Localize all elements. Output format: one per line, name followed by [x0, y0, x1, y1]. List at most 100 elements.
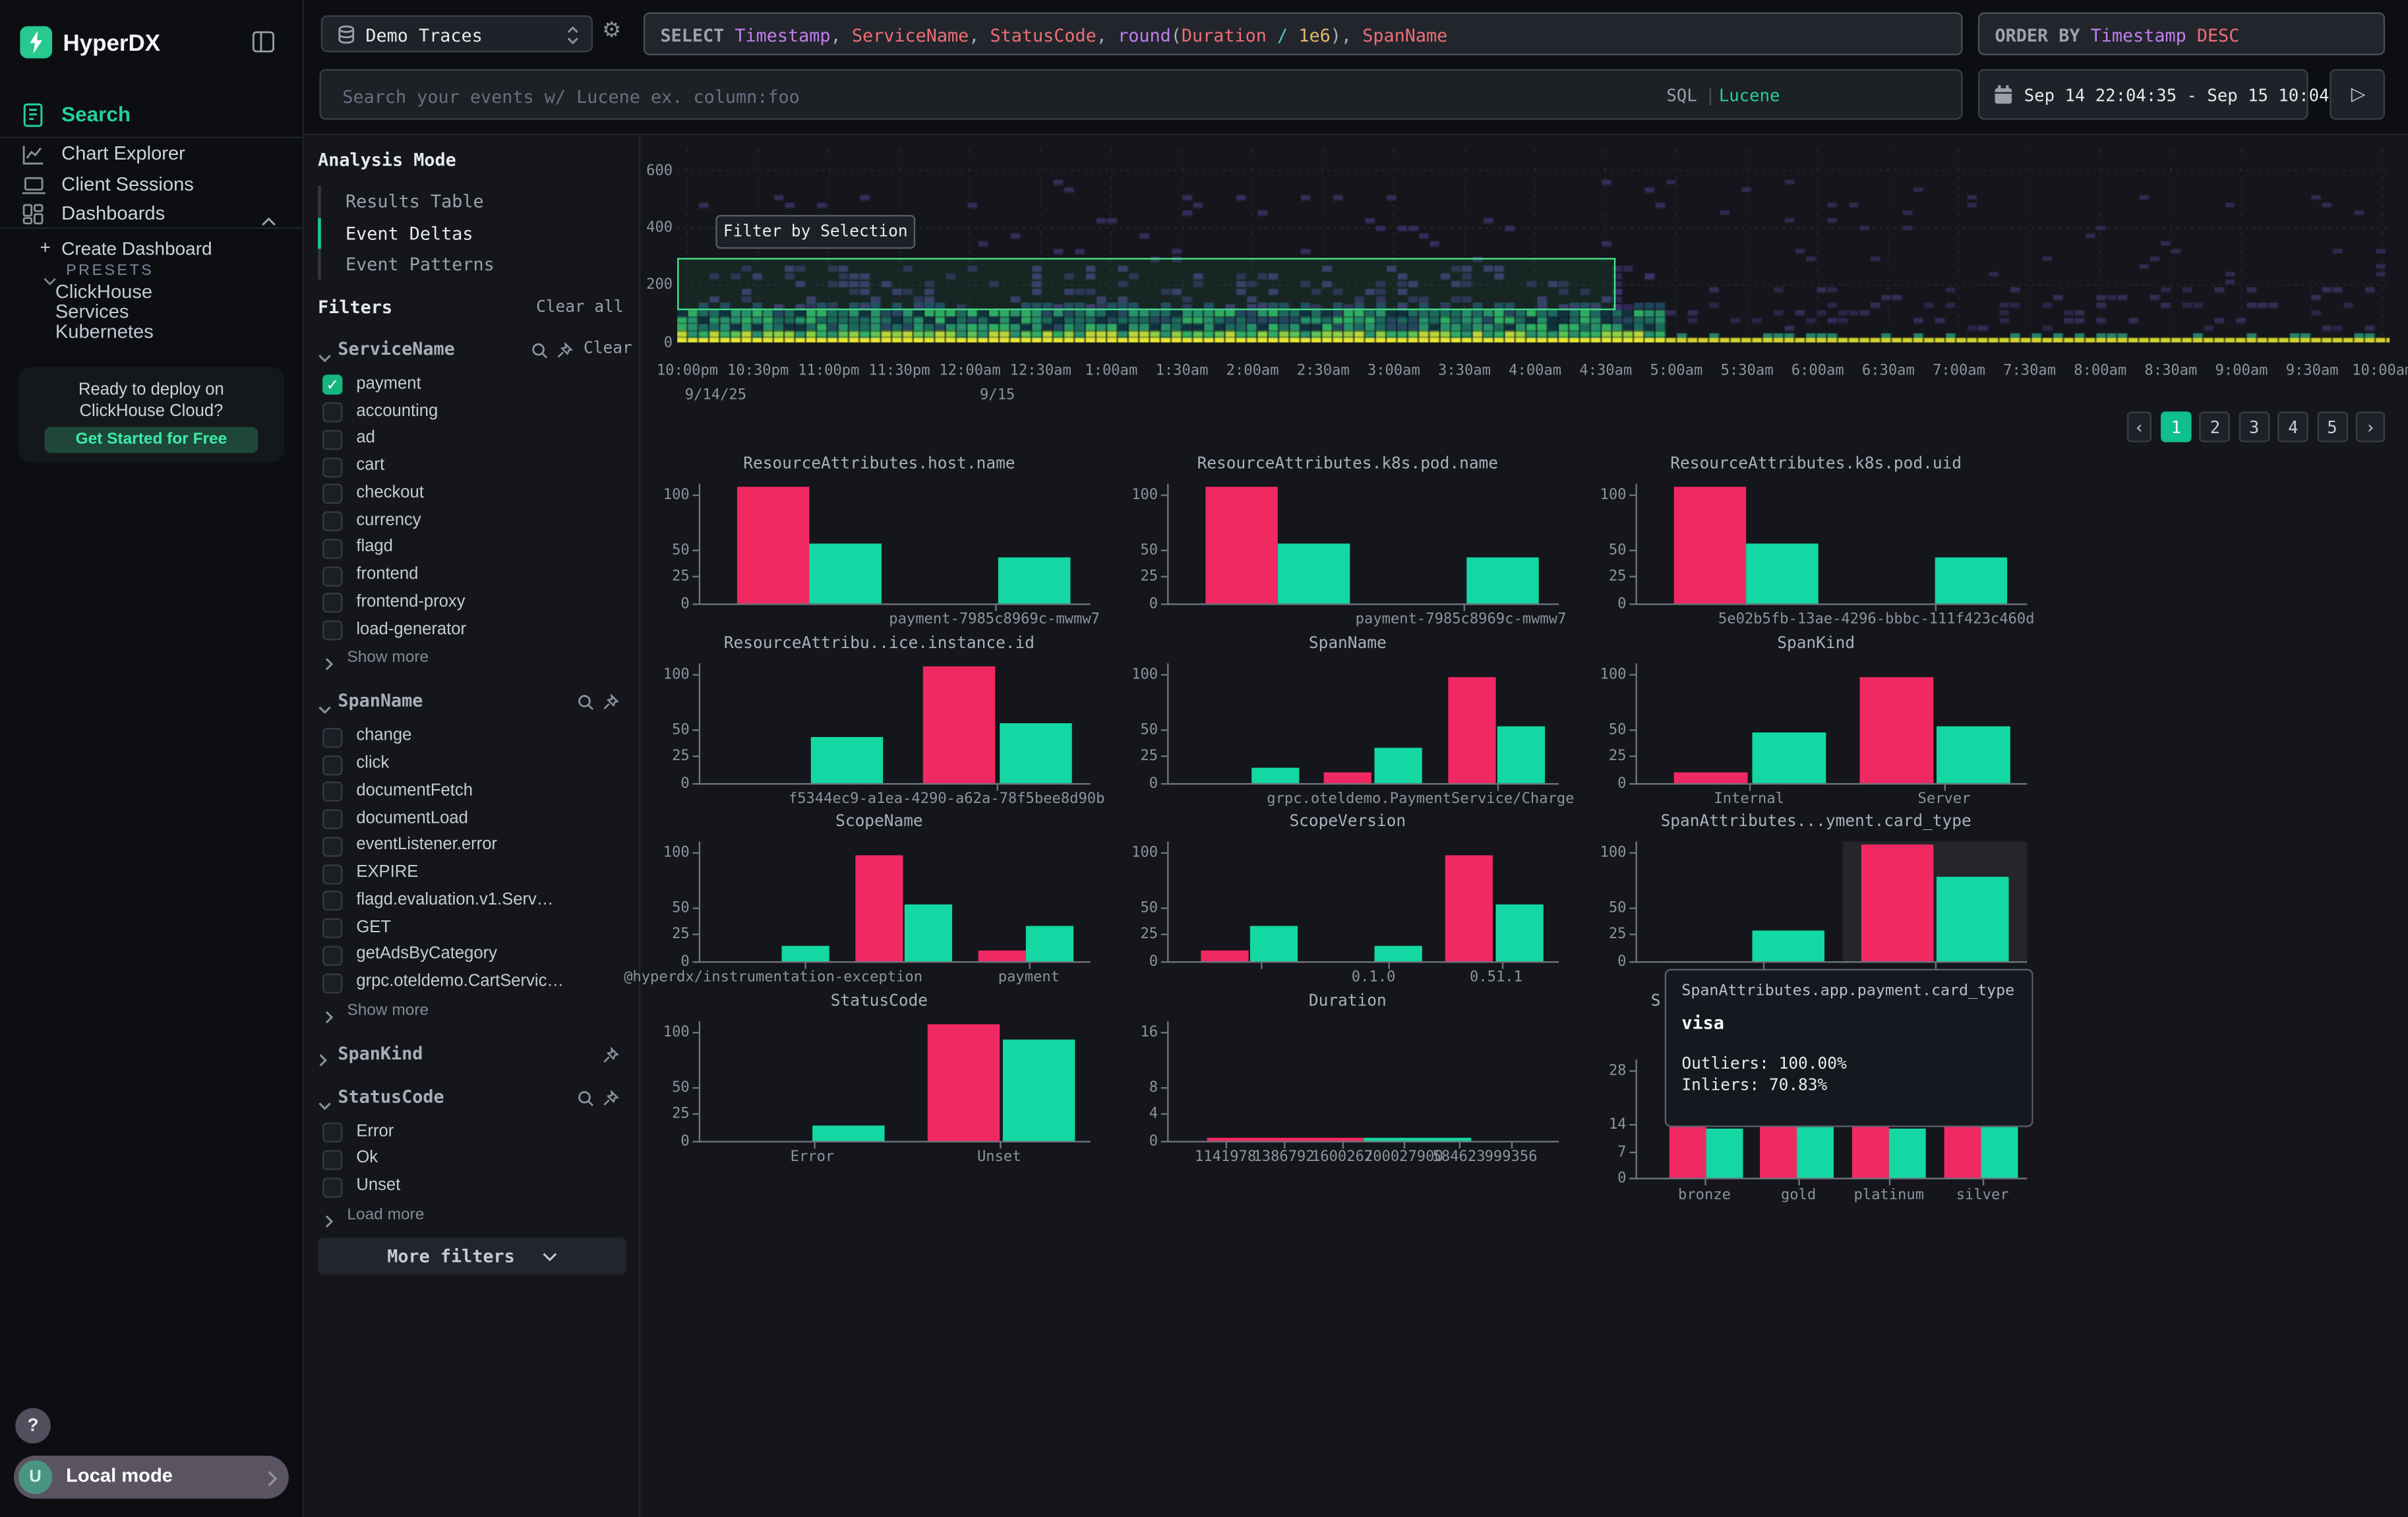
- filter-item-accounting[interactable]: accounting: [356, 402, 438, 420]
- inlier-bar[interactable]: [1935, 556, 2007, 603]
- page-1[interactable]: 1: [2161, 411, 2192, 442]
- filter-item-click[interactable]: click: [356, 754, 389, 773]
- inlier-bar[interactable]: [1251, 768, 1299, 783]
- run-query-button[interactable]: ▷: [2330, 69, 2385, 120]
- heatmap-canvas[interactable]: [677, 149, 2390, 342]
- filter-item-currency[interactable]: currency: [356, 511, 421, 529]
- inlier-bar[interactable]: [1466, 556, 1538, 603]
- outlier-bar[interactable]: [1674, 772, 1748, 783]
- sidebar-item-chart-explorer[interactable]: Chart Explorer: [0, 141, 304, 170]
- search-icon[interactable]: [531, 339, 549, 367]
- inlier-bar[interactable]: [1496, 905, 1544, 961]
- filter-item-GET[interactable]: GET: [356, 918, 391, 936]
- outlier-bar[interactable]: [1760, 1126, 1797, 1178]
- outlier-bar[interactable]: [1670, 1127, 1706, 1178]
- outlier-bar[interactable]: [1674, 487, 1746, 604]
- checkbox-eventListener.error[interactable]: [322, 837, 342, 856]
- sidebar-item-dashboards[interactable]: Dashboards: [0, 200, 304, 229]
- preset-clickhouse[interactable]: ClickHouse: [55, 281, 152, 303]
- chevron-right-icon[interactable]: [324, 1004, 333, 1032]
- outlier-bar[interactable]: [1860, 676, 1934, 783]
- page-prev[interactable]: ‹: [2127, 411, 2152, 442]
- chevron-down-icon[interactable]: [318, 1089, 332, 1117]
- checkbox-change[interactable]: [322, 728, 342, 748]
- sidebar-collapse-icon[interactable]: [252, 31, 276, 62]
- outlier-bar[interactable]: [737, 487, 809, 604]
- outlier-bar[interactable]: [1852, 1126, 1889, 1178]
- filter-item-Unset[interactable]: Unset: [356, 1176, 400, 1195]
- filter-by-selection-button[interactable]: Filter by Selection: [715, 215, 915, 249]
- inlier-bar[interactable]: [810, 544, 882, 604]
- chevron-right-icon[interactable]: [324, 1208, 333, 1235]
- checkbox-flagd.evaluation.v1.Serv…[interactable]: [322, 891, 342, 911]
- search-icon[interactable]: [578, 1086, 595, 1114]
- inlier-bar[interactable]: [1937, 727, 2010, 783]
- analysis-mode-event-patterns[interactable]: Event Patterns: [346, 254, 495, 276]
- outlier-bar[interactable]: [923, 667, 995, 783]
- search-input[interactable]: Search your events w/ Lucene ex. column:…: [319, 69, 1962, 120]
- filter-group-SpanKind[interactable]: SpanKind: [338, 1042, 423, 1064]
- page-4[interactable]: 4: [2277, 411, 2308, 442]
- inlier-bar[interactable]: [1000, 723, 1071, 783]
- checkbox-documentFetch[interactable]: [322, 782, 342, 802]
- inlier-bar[interactable]: [905, 905, 952, 961]
- pin-icon[interactable]: [602, 1086, 619, 1114]
- filter-group-SpanName[interactable]: SpanName: [338, 690, 423, 711]
- filter-item-eventListener.error[interactable]: eventListener.error: [356, 836, 497, 854]
- source-selector[interactable]: Demo Traces: [321, 15, 593, 52]
- checkbox-documentLoad[interactable]: [322, 810, 342, 829]
- inlier-bar[interactable]: [1375, 748, 1422, 783]
- inlier-bar[interactable]: [1981, 1127, 2018, 1177]
- checkbox-ad[interactable]: [322, 430, 342, 450]
- inlier-bar[interactable]: [1797, 1127, 1834, 1177]
- filter-item-flagd.evaluation.v1.Serv…[interactable]: flagd.evaluation.v1.Serv…: [356, 890, 553, 908]
- filter-item-payment[interactable]: payment: [356, 374, 421, 393]
- help-button[interactable]: ?: [15, 1408, 51, 1444]
- inlier-bar[interactable]: [1497, 727, 1545, 783]
- filter-item-ad[interactable]: ad: [356, 429, 375, 448]
- analysis-mode-results-table[interactable]: Results Table: [346, 191, 484, 212]
- filter-item-documentFetch[interactable]: documentFetch: [356, 781, 473, 800]
- inlier-bar[interactable]: [1747, 544, 1819, 604]
- page-next[interactable]: ›: [2356, 411, 2385, 442]
- pin-icon[interactable]: [602, 1044, 619, 1071]
- page-3[interactable]: 3: [2239, 411, 2270, 442]
- checkbox-getAdsByCategory[interactable]: [322, 945, 342, 965]
- inlier-bar[interactable]: [1375, 946, 1422, 961]
- chevron-right-icon[interactable]: [324, 651, 333, 679]
- outlier-bar[interactable]: [1449, 676, 1496, 783]
- analysis-mode-event-deltas[interactable]: Event Deltas: [346, 222, 473, 244]
- checkbox-checkout[interactable]: [322, 484, 342, 504]
- inlier-bar[interactable]: [782, 946, 829, 961]
- checkbox-Unset[interactable]: [322, 1177, 342, 1197]
- outlier-bar[interactable]: [928, 1025, 1000, 1141]
- pin-icon[interactable]: [602, 692, 619, 719]
- checkbox-currency[interactable]: [322, 512, 342, 531]
- filter-item-flagd[interactable]: flagd: [356, 538, 393, 556]
- outlier-bar[interactable]: [978, 950, 1026, 961]
- inlier-bar[interactable]: [1889, 1128, 1926, 1177]
- filter-item-checkout[interactable]: checkout: [356, 483, 424, 502]
- inlier-bar[interactable]: [1752, 931, 1824, 961]
- local-mode-pill[interactable]: U Local mode: [14, 1456, 289, 1499]
- chevron-down-icon[interactable]: [318, 694, 332, 722]
- sql-toggle[interactable]: SQL: [1666, 86, 1697, 105]
- inlier-bar[interactable]: [998, 556, 1070, 603]
- preset-services[interactable]: Services: [55, 301, 129, 323]
- inlier-bar[interactable]: [1003, 1040, 1075, 1141]
- inlier-bar[interactable]: [1279, 544, 1350, 604]
- filter-item-change[interactable]: change: [356, 727, 411, 745]
- inlier-bar[interactable]: [811, 736, 883, 783]
- order-by-input[interactable]: ORDER BY Timestamp DESC: [1978, 13, 2385, 55]
- filter-item-documentLoad[interactable]: documentLoad: [356, 808, 468, 827]
- checkbox-grpc.oteldemo.CartServic…[interactable]: [322, 973, 342, 993]
- filter-group-footer[interactable]: Load more: [347, 1205, 424, 1224]
- get-started-button[interactable]: Get Started for Free: [45, 427, 258, 453]
- more-filters-button[interactable]: More filters: [318, 1237, 626, 1274]
- checkbox-Ok[interactable]: [322, 1150, 342, 1170]
- filter-item-load-generator[interactable]: load-generator: [356, 620, 466, 638]
- filter-group-footer[interactable]: Show more: [347, 649, 429, 667]
- inlier-bar[interactable]: [1026, 926, 1073, 961]
- inlier-bar[interactable]: [1937, 877, 2008, 961]
- heatmap-selection[interactable]: [677, 258, 1615, 309]
